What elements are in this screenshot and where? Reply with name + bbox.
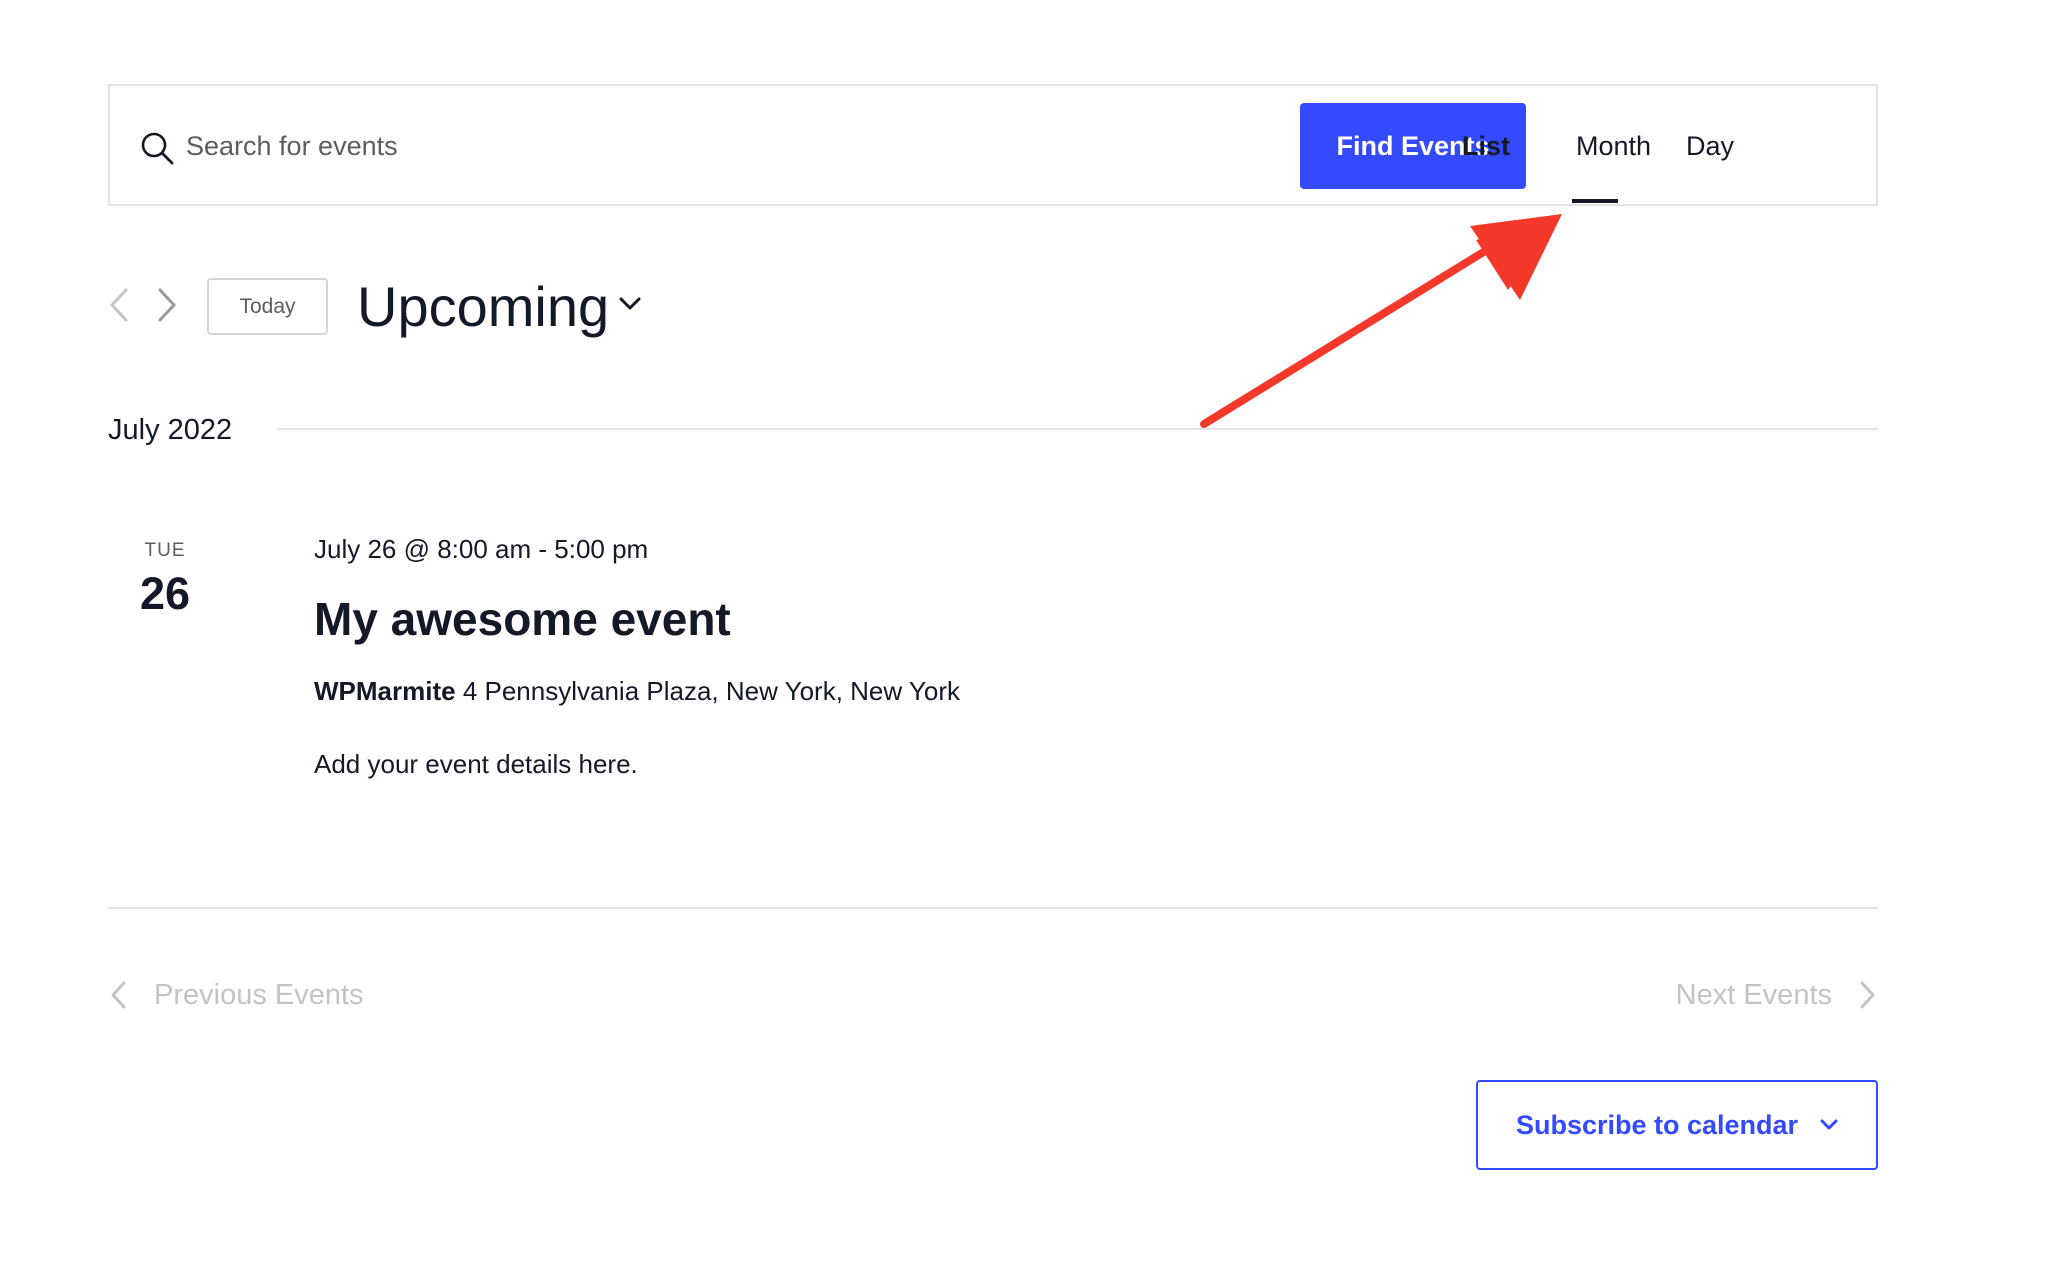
- event-venue-address: 4 Pennsylvania Plaza, New York, New York: [462, 676, 960, 706]
- month-divider: [277, 428, 1878, 430]
- event-day-of-week: TUE: [144, 540, 186, 561]
- event-venue-name: WPMarmite: [314, 676, 456, 706]
- event-venue: WPMarmite 4 Pennsylvania Plaza, New York…: [314, 676, 960, 707]
- next-events-label: Next Events: [1675, 978, 1832, 1011]
- search-input[interactable]: [186, 116, 1266, 176]
- chevron-down-icon: [1820, 1119, 1838, 1130]
- event-title-link[interactable]: My awesome event: [314, 592, 731, 646]
- tab-list[interactable]: List: [1462, 124, 1510, 168]
- chevron-down-icon[interactable]: [618, 296, 642, 312]
- previous-events-link[interactable]: Previous Events: [108, 975, 364, 1015]
- list-divider: [108, 907, 1878, 909]
- chevron-right-icon[interactable]: [154, 286, 180, 324]
- tab-day[interactable]: Day: [1686, 124, 1734, 168]
- today-button[interactable]: Today: [207, 278, 328, 335]
- next-events-link[interactable]: Next Events: [1676, 975, 1878, 1015]
- event-day-number: 26: [139, 568, 191, 619]
- events-bar: Find Events List Month Day: [108, 84, 1878, 206]
- subscribe-to-calendar-button[interactable]: Subscribe to calendar: [1476, 1080, 1878, 1170]
- tab-month[interactable]: Month: [1576, 124, 1651, 168]
- chevron-left-icon[interactable]: [106, 286, 132, 324]
- search-icon: [141, 132, 174, 165]
- subscribe-label: Subscribe to calendar: [1515, 1109, 1799, 1140]
- chevron-right-icon: [1860, 981, 1875, 1009]
- date-range-selector[interactable]: Upcoming: [357, 273, 609, 341]
- active-tab-indicator: [1572, 199, 1618, 203]
- event-description: Add your event details here.: [314, 749, 638, 779]
- month-separator: July 2022: [108, 414, 233, 446]
- previous-events-label: Previous Events: [154, 978, 364, 1011]
- event-datetime: July 26 @ 8:00 am - 5:00 pm: [314, 534, 649, 564]
- chevron-left-icon: [111, 981, 126, 1009]
